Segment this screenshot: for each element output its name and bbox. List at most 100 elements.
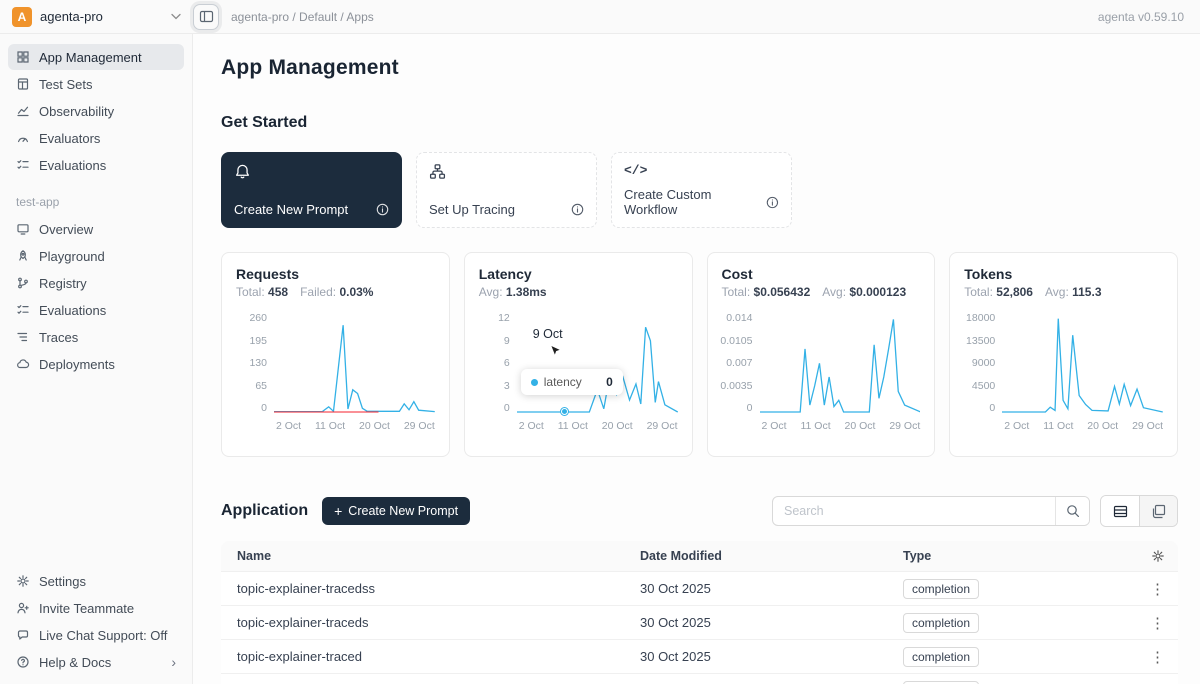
table-row[interactable]: topic-explainer-traceds 30 Oct 2025 comp… [221,606,1178,640]
search-icon [1066,504,1080,518]
tracing-icon [429,163,446,180]
info-icon[interactable] [571,203,584,216]
evaluations-icon [16,303,30,317]
observability-icon [16,104,30,118]
app-date-modified: 30 Oct 2025 [624,649,887,664]
help-icon [16,655,30,669]
hovered-data-point [561,408,568,415]
sidebar-item-label: Evaluators [39,131,100,146]
traces-icon [16,330,30,344]
table-view-button[interactable] [1101,496,1139,526]
sidebar-item-traces[interactable]: Traces [8,324,184,350]
evaluators-icon [16,131,30,145]
sidebar-item-invite-teammate[interactable]: Invite Teammate [8,595,184,621]
application-title: Application [221,502,308,520]
sidebar-item-evaluations-app[interactable]: Evaluations [8,297,184,323]
type-badge: completion [903,647,979,667]
breadcrumb[interactable]: agenta-pro / Default / Apps [231,10,374,24]
sidebar-item-evaluators[interactable]: Evaluators [8,125,184,151]
row-menu-button[interactable]: ⋮ [1137,648,1178,666]
table-row[interactable]: topic-explainer-traced 30 Oct 2025 compl… [221,640,1178,674]
app-date-modified: 30 Oct 2025 [624,581,887,596]
stat-label: Total: [964,285,993,299]
tooltip-series: latency [544,375,582,389]
stat-label: Total: [236,285,265,299]
sidebar-item-label: Evaluations [39,158,106,173]
column-header-type[interactable]: Type [887,549,1137,563]
workspace-name: agenta-pro [40,9,103,24]
column-settings-button[interactable] [1137,549,1178,563]
app-name[interactable]: topic-explainer-traceds [221,615,624,630]
workspace-selector[interactable]: A agenta-pro [0,7,193,27]
row-menu-button[interactable]: ⋮ [1137,614,1178,632]
topbar: A agenta-pro agenta-pro / Default / Apps… [0,0,1200,34]
view-toggle [1100,495,1178,527]
page-title: App Management [221,56,1178,80]
sidebar-item-deployments[interactable]: Deployments [8,351,184,377]
sidebar-item-label: Overview [39,222,93,237]
cost-chart[interactable]: 0.0140.01050.0070.003502 Oct11 Oct20 Oct… [722,312,921,432]
chart-tooltip: latency 0 [521,369,623,395]
sidebar-toggle-button[interactable] [193,4,219,30]
test-sets-icon [16,77,30,91]
app-name[interactable]: topic-explainer-traced [221,649,624,664]
stat-value: 115.3 [1072,285,1101,299]
column-header-name[interactable]: Name [221,549,624,563]
latency-chart-card: Latency Avg: 1.38ms 1296302 Oct11 Oct20 … [464,252,693,457]
gear-icon [16,574,30,588]
create-new-prompt-card[interactable]: Create New Prompt [221,152,402,228]
card-label: Create New Prompt [234,202,348,217]
card-label: Create Custom Workflow [624,187,766,217]
bell-icon [234,163,251,180]
chart-title: Tokens [964,266,1163,282]
stat-value: 52,806 [996,285,1033,299]
card-label: Set Up Tracing [429,202,515,217]
chart-title: Requests [236,266,435,282]
sidebar-item-settings[interactable]: Settings [8,568,184,594]
app-name[interactable]: topic-explainer-tracedss [221,581,624,596]
stat-value: 458 [268,285,288,299]
get-started-cards: Create New Prompt Set Up Tracing </> Cre… [221,152,1178,228]
sidebar-item-help-docs[interactable]: Help & Docs › [8,649,184,675]
type-badge: completion [903,681,979,684]
mouse-cursor-icon [549,344,562,358]
create-button-label: Create New Prompt [348,504,458,518]
tokens-chart[interactable]: 18000135009000450002 Oct11 Oct20 Oct29 O… [964,312,1163,432]
sidebar-item-registry[interactable]: Registry [8,270,184,296]
overview-icon [16,222,30,236]
sidebar-item-evaluations[interactable]: Evaluations [8,152,184,178]
sidebar-item-observability[interactable]: Observability [8,98,184,124]
set-up-tracing-card[interactable]: Set Up Tracing [416,152,597,228]
sidebar-item-label: Settings [39,574,86,589]
search-button[interactable] [1055,497,1089,525]
table-row[interactable]: topic-explainer-tracedss 30 Oct 2025 com… [221,572,1178,606]
create-custom-workflow-card[interactable]: </> Create Custom Workflow [611,152,792,228]
stat-label: Total: [722,285,751,299]
chat-icon [16,628,30,642]
applications-table: Name Date Modified Type topic-explainer-… [221,541,1178,684]
create-new-prompt-button[interactable]: + Create New Prompt [322,497,470,525]
tooltip-date: 9 Oct [533,327,563,341]
cost-chart-card: Cost Total: $0.056432 Avg: $0.000123 0.0… [707,252,936,457]
table-header-row: Name Date Modified Type [221,541,1178,572]
sidebar-item-playground[interactable]: Playground [8,243,184,269]
sidebar-item-label: Traces [39,330,78,345]
card-view-button[interactable] [1139,496,1177,526]
column-header-date-modified[interactable]: Date Modified [624,549,887,563]
search-input[interactable] [773,497,1055,525]
sidebar-item-test-sets[interactable]: Test Sets [8,71,184,97]
sidebar-item-app-management[interactable]: App Management [8,44,184,70]
chart-title: Cost [722,266,921,282]
info-icon[interactable] [766,196,779,209]
chevron-down-icon [171,13,181,20]
table-row[interactable]: career-assessment 27 Oct 2025 completion… [221,674,1178,684]
requests-chart[interactable]: 2601951306502 Oct11 Oct20 Oct29 Oct [236,312,435,432]
playground-icon [16,249,30,263]
app-version: agenta v0.59.10 [1098,10,1200,24]
sidebar-item-overview[interactable]: Overview [8,216,184,242]
sidebar-item-live-chat[interactable]: Live Chat Support: Off [8,622,184,648]
info-icon[interactable] [376,203,389,216]
row-menu-button[interactable]: ⋮ [1137,580,1178,598]
tooltip-value: 0 [606,375,613,389]
type-badge: completion [903,613,979,633]
